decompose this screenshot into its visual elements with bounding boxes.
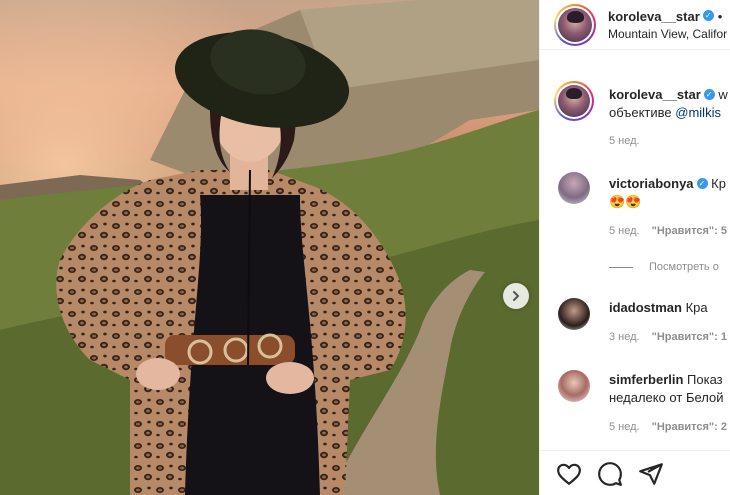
photo-scene: [0, 0, 539, 495]
next-photo-button[interactable]: [503, 283, 529, 309]
post-location[interactable]: Mountain View, Califor: [608, 27, 727, 41]
caption-time[interactable]: 5 нед.: [609, 135, 640, 147]
author-avatar[interactable]: [554, 4, 596, 46]
like-button[interactable]: [556, 461, 582, 487]
share-icon: [639, 463, 663, 485]
comment-text: Кр: [711, 176, 726, 191]
comment-meta: 5 нед. "Нравится": 2: [609, 421, 730, 433]
verified-badge-icon: ✓: [703, 89, 715, 101]
post-photo: [0, 0, 539, 495]
action-bar: [540, 450, 730, 495]
view-replies-label: Посмотреть о: [649, 261, 719, 273]
caption-author-avatar[interactable]: [554, 81, 594, 121]
author-username[interactable]: koroleva__star: [608, 9, 700, 24]
caption-meta: 5 нед.: [609, 135, 652, 147]
post-side-panel: koroleva__star ✓ • Mountain View, Califor …: [539, 0, 730, 495]
comment-likes[interactable]: "Нравится": 5: [652, 225, 727, 237]
comment-icon: [598, 462, 622, 486]
caption-text-line2: объективе: [609, 105, 676, 120]
comment-text-line2: недалеко от Белой: [609, 390, 724, 405]
comment-time[interactable]: 3 нед.: [609, 331, 640, 343]
comment-likes[interactable]: "Нравится": 2: [652, 421, 727, 433]
commenter-avatar[interactable]: [558, 298, 590, 330]
verified-badge-icon: ✓: [702, 10, 714, 22]
replies-divider: [609, 266, 633, 268]
comment-author[interactable]: idadostman: [609, 300, 682, 315]
comment-time[interactable]: 5 нед.: [609, 225, 640, 237]
comment-text-line2: 😍😍: [609, 194, 642, 209]
heart-icon: [557, 463, 581, 485]
caption-author[interactable]: koroleva__star: [609, 87, 701, 102]
chevron-right-icon: [513, 291, 519, 301]
comment-time[interactable]: 5 нед.: [609, 421, 640, 433]
caption-mention-link[interactable]: @milkis: [675, 105, 721, 120]
comment-text: Показ: [687, 372, 723, 387]
view-replies-link[interactable]: Посмотреть о: [609, 261, 719, 273]
comment-meta: 5 нед. "Нравится": 5: [609, 225, 730, 237]
comment-author[interactable]: simferberlin: [609, 372, 683, 387]
comment-likes[interactable]: "Нравится": 1: [652, 331, 727, 343]
comment-text: Кра: [685, 300, 708, 315]
commenter-avatar[interactable]: [558, 370, 590, 402]
header-separator: •: [717, 9, 723, 24]
comment-button[interactable]: [597, 461, 623, 487]
comment-author[interactable]: victoriabonya: [609, 176, 694, 191]
commenter-avatar[interactable]: [558, 172, 590, 204]
verified-badge-icon: ✓: [696, 178, 708, 190]
share-button[interactable]: [638, 461, 664, 487]
post-header: koroleva__star ✓ • Mountain View, Califor: [540, 0, 730, 50]
comment-meta: 3 нед. "Нравится": 1: [609, 331, 730, 343]
caption-text: w: [718, 87, 728, 102]
